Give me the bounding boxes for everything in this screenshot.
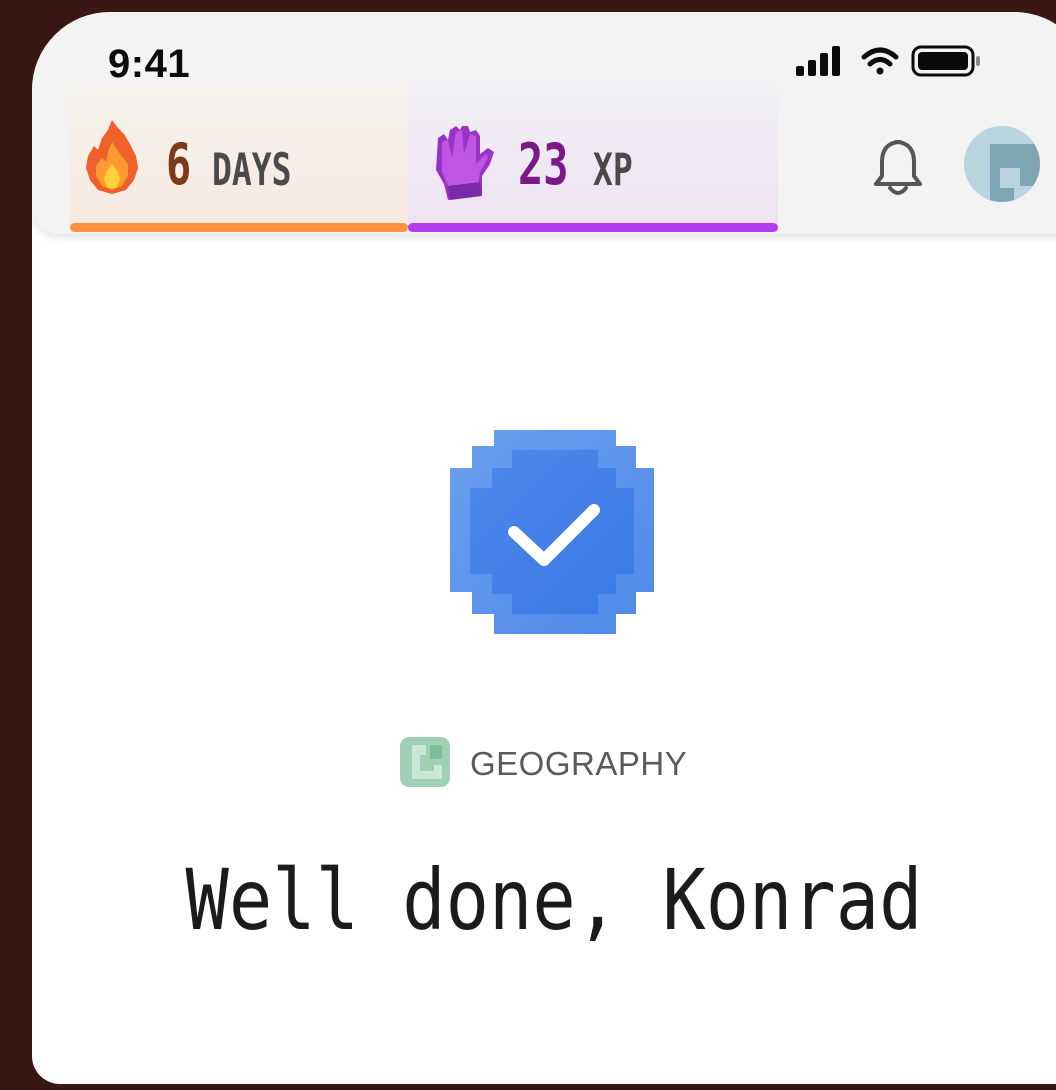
top-bar: 9:41 6 DAYS 23 XP bbox=[32, 12, 1056, 234]
streak-unit: DAYS bbox=[212, 143, 292, 196]
streak-count: 6 bbox=[166, 131, 192, 198]
xp-indicator bbox=[408, 223, 778, 232]
verified-check-badge-icon bbox=[450, 430, 654, 634]
glove-icon bbox=[436, 126, 494, 200]
status-icons bbox=[796, 45, 980, 77]
wifi-icon bbox=[861, 47, 899, 75]
xp-count: 23 bbox=[518, 131, 569, 198]
subject-label: GEOGRAPHY bbox=[470, 745, 688, 782]
page-title: Well done, Konrad bbox=[185, 851, 923, 949]
flame-icon bbox=[86, 120, 138, 194]
battery-icon bbox=[911, 45, 980, 77]
avatar[interactable] bbox=[964, 126, 1040, 202]
bell-icon[interactable] bbox=[868, 136, 928, 200]
streak-indicator bbox=[70, 223, 408, 232]
geography-icon bbox=[400, 737, 450, 787]
status-time: 9:41 bbox=[108, 42, 191, 86]
phone-screen: 9:41 6 DAYS 23 XP GEOGRAPHY Well done, K… bbox=[32, 12, 1056, 1084]
signal-icon bbox=[796, 46, 840, 76]
xp-unit: XP bbox=[593, 143, 633, 196]
